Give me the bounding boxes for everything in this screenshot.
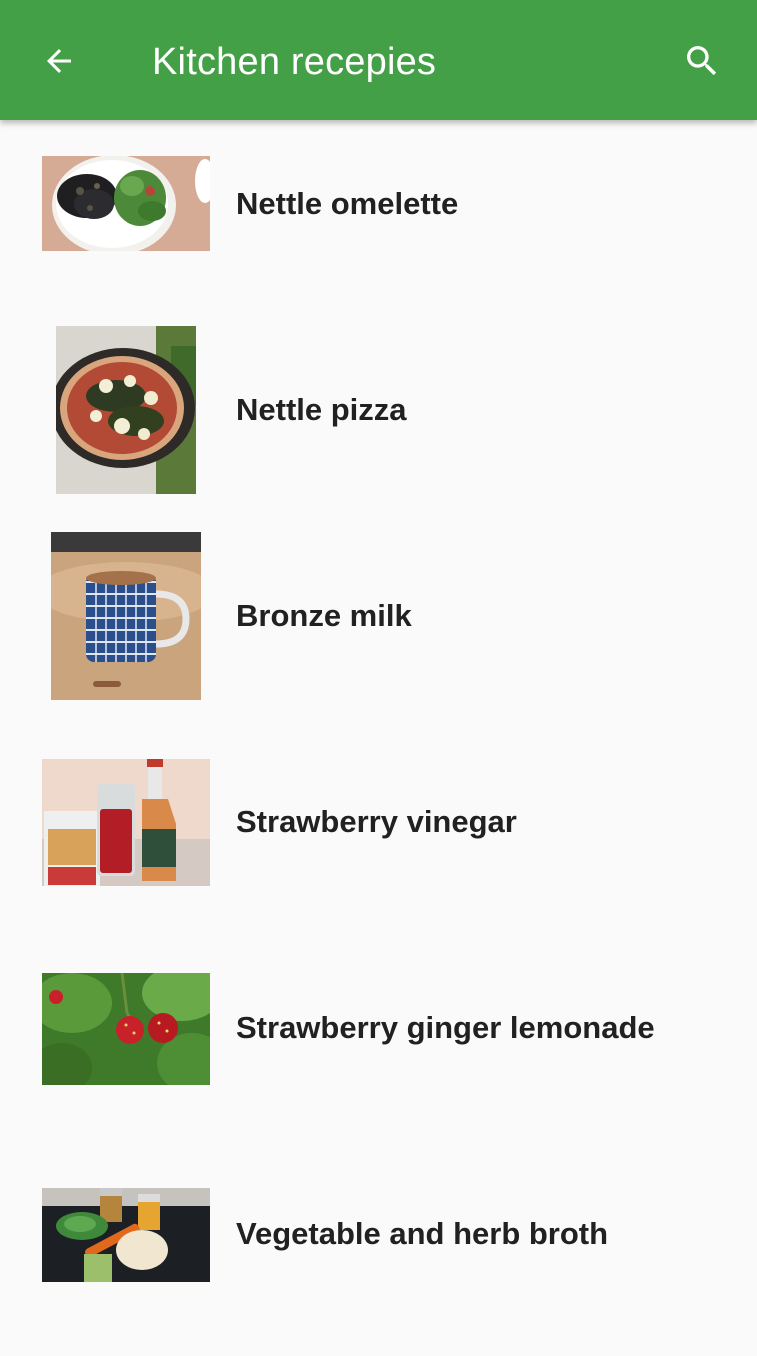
strawberry-ginger-lemonade-thumbnail <box>42 973 210 1085</box>
search-button[interactable] <box>677 36 727 86</box>
back-button[interactable] <box>34 36 84 86</box>
strawberry-vinegar-thumbnail <box>42 759 210 886</box>
recipe-list-item[interactable]: Strawberry ginger lemonade <box>0 944 757 1150</box>
nettle-omelette-thumbnail <box>42 156 210 251</box>
recipe-title: Strawberry ginger lemonade <box>236 1010 655 1045</box>
recipe-list-item[interactable]: Vegetable and herb broth <box>0 1150 757 1356</box>
recipe-title: Bronze milk <box>236 598 412 633</box>
recipe-list-item[interactable]: Nettle pizza <box>0 326 757 532</box>
nettle-pizza-thumbnail <box>56 326 196 494</box>
vegetable-herb-broth-thumbnail <box>42 1188 210 1282</box>
recipe-title: Nettle omelette <box>236 186 459 221</box>
app-bar: Kitchen recepies <box>0 0 757 120</box>
recipe-list-item[interactable]: Bronze milk <box>0 532 757 738</box>
search-icon <box>687 46 717 76</box>
recipe-list-item[interactable]: Nettle omelette <box>0 120 757 326</box>
recipe-title: Vegetable and herb broth <box>236 1216 609 1251</box>
recipe-title: Nettle pizza <box>236 392 407 427</box>
page-title: Kitchen recepies <box>152 41 437 83</box>
arrow-left-icon <box>47 49 71 73</box>
bronze-milk-thumbnail <box>51 532 201 700</box>
recipe-title: Strawberry vinegar <box>236 804 517 839</box>
recipe-list-item[interactable]: Strawberry vinegar <box>0 738 757 944</box>
